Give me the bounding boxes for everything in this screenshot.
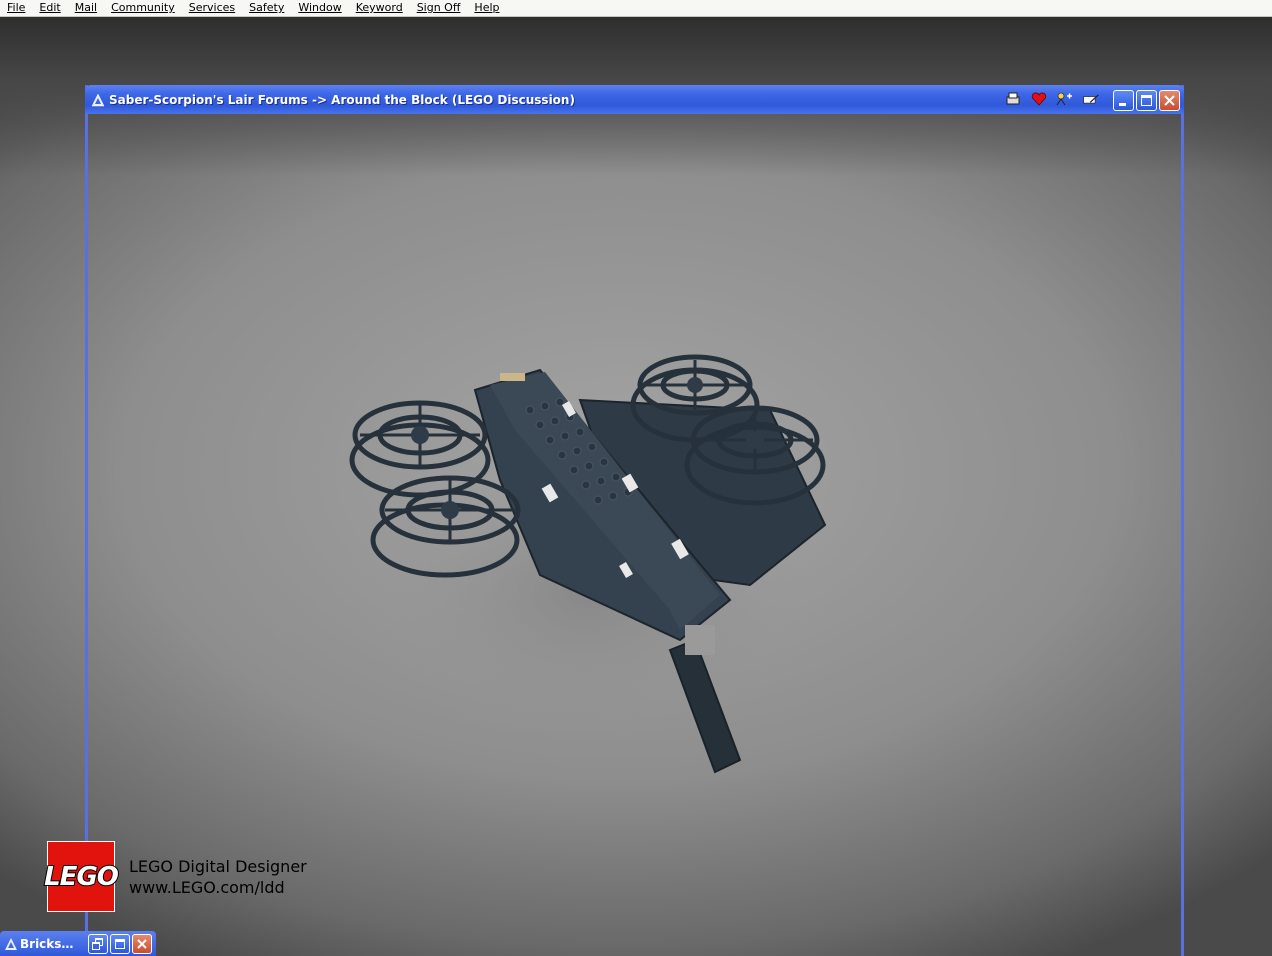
menu-bar: File Edit Mail Community Services Safety… bbox=[0, 0, 1272, 17]
menu-edit[interactable]: Edit bbox=[32, 1, 67, 15]
close-button[interactable] bbox=[1159, 90, 1180, 111]
minimized-window[interactable]: Bricks… bbox=[0, 931, 156, 956]
ldd-branding: LEGO Digital Designer www.LEGO.com/ldd bbox=[129, 856, 307, 898]
menu-community[interactable]: Community bbox=[104, 1, 182, 15]
menu-help[interactable]: Help bbox=[467, 1, 506, 15]
minimized-window-title: Bricks… bbox=[20, 936, 74, 951]
product-name: LEGO Digital Designer bbox=[129, 857, 307, 876]
menu-safety[interactable]: Safety bbox=[242, 1, 291, 15]
aol-triangle-icon bbox=[91, 92, 105, 106]
menu-keyword[interactable]: Keyword bbox=[349, 1, 410, 15]
maximize-button[interactable] bbox=[1136, 90, 1157, 111]
menu-file[interactable]: File bbox=[0, 1, 32, 15]
window-titlebar[interactable]: Saber-Scorpion's Lair Forums -> Around t… bbox=[85, 85, 1184, 114]
aol-triangle-icon bbox=[5, 937, 17, 950]
menu-services[interactable]: Services bbox=[182, 1, 242, 15]
close-button[interactable] bbox=[132, 934, 152, 954]
favorite-heart-icon[interactable] bbox=[1030, 91, 1048, 107]
restore-button[interactable] bbox=[88, 934, 108, 954]
maximize-button[interactable] bbox=[110, 934, 130, 954]
window-title: Saber-Scorpion's Lair Forums -> Around t… bbox=[109, 92, 575, 107]
print-icon[interactable] bbox=[1004, 91, 1022, 107]
product-url: www.LEGO.com/ldd bbox=[129, 878, 285, 897]
menu-mail[interactable]: Mail bbox=[68, 1, 104, 15]
forum-window: Saber-Scorpion's Lair Forums -> Around t… bbox=[85, 85, 1184, 956]
menu-sign-off[interactable]: Sign Off bbox=[410, 1, 468, 15]
edit-icon[interactable] bbox=[1082, 91, 1100, 107]
menu-window[interactable]: Window bbox=[291, 1, 348, 15]
people-icon[interactable] bbox=[1056, 91, 1074, 107]
minimize-button[interactable] bbox=[1113, 90, 1134, 111]
lego-logo: LEGO bbox=[43, 841, 120, 912]
